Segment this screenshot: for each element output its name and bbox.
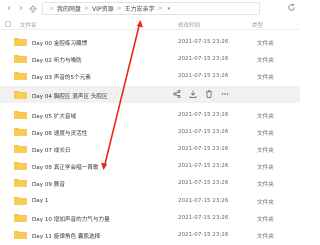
file-name[interactable]: Day 02 听力与嗓防 bbox=[32, 56, 82, 64]
column-header-type[interactable]: 类型 bbox=[252, 21, 263, 29]
file-name[interactable]: Day 03 声音的5个元素 bbox=[32, 73, 91, 81]
file-type: 文件夹 bbox=[257, 113, 274, 120]
select-all-checkbox[interactable] bbox=[5, 21, 11, 27]
file-type: 文件夹 bbox=[257, 147, 274, 154]
file-type: 文件夹 bbox=[257, 233, 274, 240]
table-row[interactable]: Day 06 速度与灵活性 2021-07-15 23:26 文件夹 bbox=[0, 123, 300, 140]
modified-time: 2021-07-15 23:26 bbox=[178, 128, 229, 135]
table-row[interactable]: Day 00 金腔练习藏惯 2021-07-15 23:26 文件夹 bbox=[0, 33, 300, 50]
up-icon[interactable] bbox=[28, 2, 38, 16]
table-row[interactable]: Day 08 真正学会唱一首歌 2021-07-15 23:26 文件夹 bbox=[0, 157, 300, 174]
table-row[interactable]: Day 09 颤音 2021-07-15 23:26 文件夹 bbox=[0, 174, 300, 191]
folder-icon bbox=[14, 162, 27, 170]
folder-icon bbox=[14, 197, 27, 205]
breadcrumb-item-current[interactable]: 王力宏亲学 bbox=[125, 4, 155, 13]
folder-icon bbox=[14, 214, 27, 222]
breadcrumb-separator: > bbox=[49, 5, 55, 12]
navigation-bar: ‹ › > 我的网盘 > VIP资源 > 王力宏亲学 > ▾ bbox=[0, 0, 300, 18]
row-actions bbox=[172, 88, 230, 100]
file-name[interactable]: Day 05 扩大音域 bbox=[32, 112, 76, 120]
folder-icon bbox=[14, 55, 27, 63]
file-name[interactable]: Day 1 bbox=[32, 198, 48, 204]
modified-time: 2021-07-15 23:26 bbox=[178, 38, 229, 45]
table-row-hovered[interactable]: Day 04 胸腔区 混声区 头腔区 bbox=[0, 86, 300, 103]
table-row[interactable]: Day 03 声音的5个元素 2021-07-15 23:26 文件夹 bbox=[0, 67, 300, 84]
back-icon[interactable]: ‹ bbox=[4, 2, 14, 16]
file-type: 文件夹 bbox=[257, 199, 274, 206]
folder-icon bbox=[14, 128, 27, 136]
modified-time: 2021-07-15 23:26 bbox=[178, 72, 229, 79]
download-icon[interactable] bbox=[188, 89, 198, 99]
modified-time: 2021-07-15 23:26 bbox=[178, 231, 229, 238]
breadcrumb-separator: > bbox=[157, 5, 163, 12]
table-row[interactable]: Day 10 增加声音的力气与力量 2021-07-15 23:26 文件夹 bbox=[0, 209, 300, 226]
file-type: 文件夹 bbox=[257, 181, 274, 188]
folder-icon bbox=[14, 179, 27, 187]
chevron-down-icon[interactable]: ▾ bbox=[168, 6, 171, 12]
share-icon[interactable] bbox=[172, 89, 182, 99]
breadcrumb-separator: > bbox=[116, 5, 122, 12]
file-name[interactable]: Day 06 速度与灵活性 bbox=[32, 129, 87, 137]
table-row[interactable]: Day 1 2021-07-15 23:26 文件夹 bbox=[0, 192, 300, 209]
modified-time: 2021-07-15 23:26 bbox=[178, 179, 229, 186]
file-name[interactable]: Day 10 增加声音的力气与力量 bbox=[32, 215, 110, 223]
table-row[interactable]: Day 11 旋律角色 囊肌选择 2021-07-15 23:26 文件夹 bbox=[0, 226, 300, 243]
more-icon[interactable] bbox=[220, 89, 230, 99]
folder-icon bbox=[14, 91, 27, 99]
breadcrumb-separator: > bbox=[84, 5, 90, 12]
delete-icon[interactable] bbox=[204, 89, 214, 99]
folder-icon bbox=[14, 72, 27, 80]
refresh-icon[interactable] bbox=[286, 3, 296, 13]
breadcrumb-item-my-drive[interactable]: 我的网盘 bbox=[57, 4, 81, 13]
file-name[interactable]: Day 11 旋律角色 囊肌选择 bbox=[32, 232, 100, 240]
file-name[interactable]: Day 08 真正学会唱一首歌 bbox=[32, 163, 98, 171]
file-type: 文件夹 bbox=[257, 57, 274, 64]
modified-time: 2021-07-15 23:26 bbox=[178, 111, 229, 118]
breadcrumb[interactable]: > 我的网盘 > VIP资源 > 王力宏亲学 > ▾ bbox=[42, 2, 260, 15]
folder-icon bbox=[14, 38, 27, 46]
file-name[interactable]: Day 04 胸腔区 混声区 头腔区 bbox=[32, 92, 108, 100]
column-header-time[interactable]: 修改时间 bbox=[178, 21, 200, 29]
folder-icon bbox=[14, 145, 27, 153]
column-header-name[interactable]: 文件名 bbox=[20, 21, 37, 29]
folder-icon bbox=[14, 111, 27, 119]
file-type: 文件夹 bbox=[257, 130, 274, 137]
forward-icon[interactable]: › bbox=[16, 2, 26, 16]
modified-time: 2021-07-15 23:26 bbox=[178, 197, 229, 204]
file-type: 文件夹 bbox=[257, 216, 274, 223]
table-row[interactable]: Day 02 听力与嗓防 2021-07-15 23:26 文件夹 bbox=[0, 50, 300, 67]
table-row[interactable]: Day 05 扩大音域 2021-07-15 23:26 文件夹 bbox=[0, 106, 300, 123]
modified-time: 2021-07-15 23:26 bbox=[178, 145, 229, 152]
folder-icon bbox=[14, 231, 27, 239]
file-name[interactable]: Day 09 颤音 bbox=[32, 180, 65, 188]
modified-time: 2021-07-15 23:26 bbox=[178, 55, 229, 62]
file-name[interactable]: Day 00 金腔练习藏惯 bbox=[32, 39, 87, 47]
table-header: 文件名 修改时间 类型 bbox=[0, 18, 300, 30]
file-type: 文件夹 bbox=[257, 74, 274, 81]
modified-time: 2021-07-15 23:26 bbox=[178, 162, 229, 169]
file-type: 文件夹 bbox=[257, 164, 274, 171]
table-row[interactable]: Day 07 成长日 2021-07-15 23:26 文件夹 bbox=[0, 140, 300, 157]
file-name[interactable]: Day 07 成长日 bbox=[32, 146, 71, 154]
file-type: 文件夹 bbox=[257, 40, 274, 47]
modified-time: 2021-07-15 23:26 bbox=[178, 214, 229, 221]
breadcrumb-item-vip[interactable]: VIP资源 bbox=[92, 4, 114, 13]
